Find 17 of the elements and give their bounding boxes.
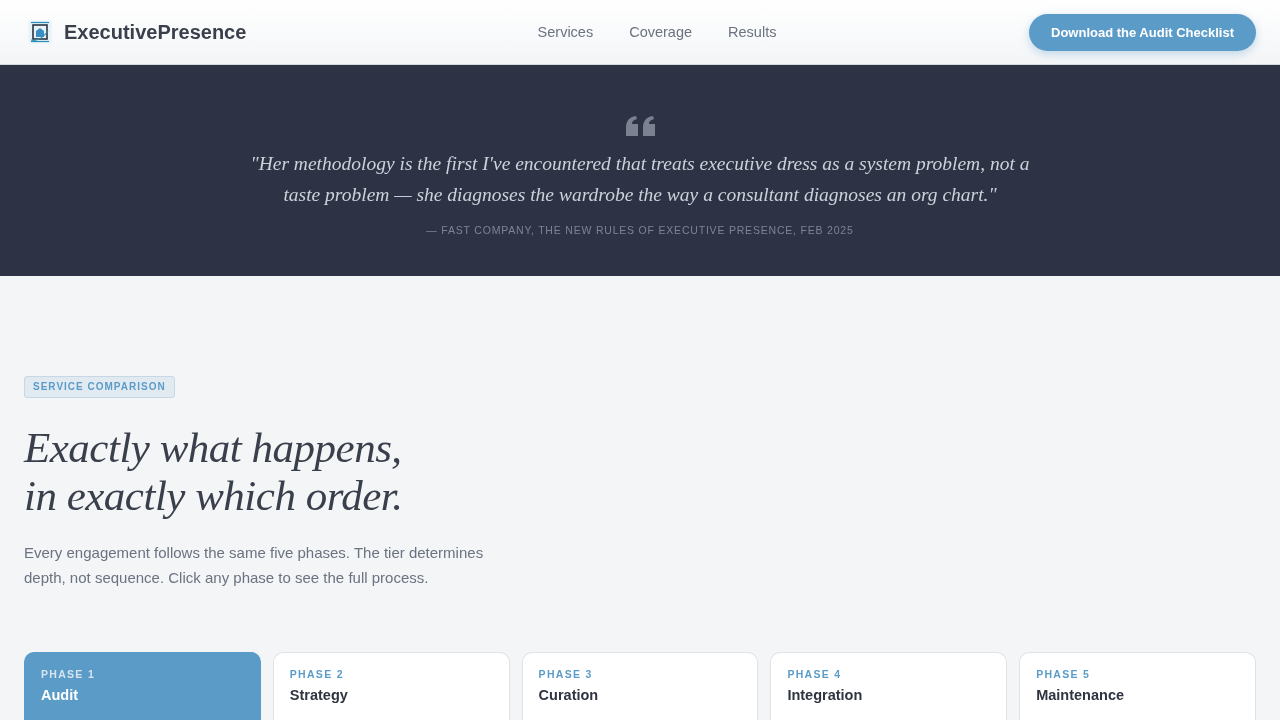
- download-checklist-button[interactable]: Download the Audit Checklist: [1029, 13, 1256, 51]
- phase-tab[interactable]: PHASE 5 Maintenance: [1019, 652, 1256, 720]
- framed-house-icon: [28, 20, 52, 44]
- quote-attribution: — FAST COMPANY, THE NEW RULES OF EXECUTIVE PRESENCE, FEB 2025: [426, 224, 854, 236]
- nav-link[interactable]: Coverage: [629, 24, 693, 40]
- nav-link[interactable]: Results: [728, 24, 777, 40]
- quote-icon: [625, 116, 655, 136]
- nav-link[interactable]: Services: [537, 24, 594, 40]
- section-tag: SERVICE COMPARISON: [24, 376, 175, 398]
- section-heading: Exactly what happens, in exactly which order.: [24, 424, 404, 520]
- phase-tab[interactable]: PHASE 4 Integration: [770, 652, 1008, 720]
- section-intro: Every engagement follows the same five phases. The tier determines depth, not sequence. Click any phase to see the full process.: [24, 543, 485, 588]
- phase-tab[interactable]: PHASE 2 Strategy: [272, 652, 510, 720]
- phase-tab[interactable]: PHASE 3 Curation: [521, 652, 759, 720]
- phase-tab[interactable]: PHASE 1 Audit: [24, 652, 261, 720]
- testimonial-quote: "Her methodology is the first I've encountered that treats executive dress as a system problem, not a taste problem — she diagnoses the wardrobe the way a consultant diagnoses an org chart.": [250, 152, 1030, 207]
- brand-name: ExecutivePresence: [64, 20, 247, 44]
